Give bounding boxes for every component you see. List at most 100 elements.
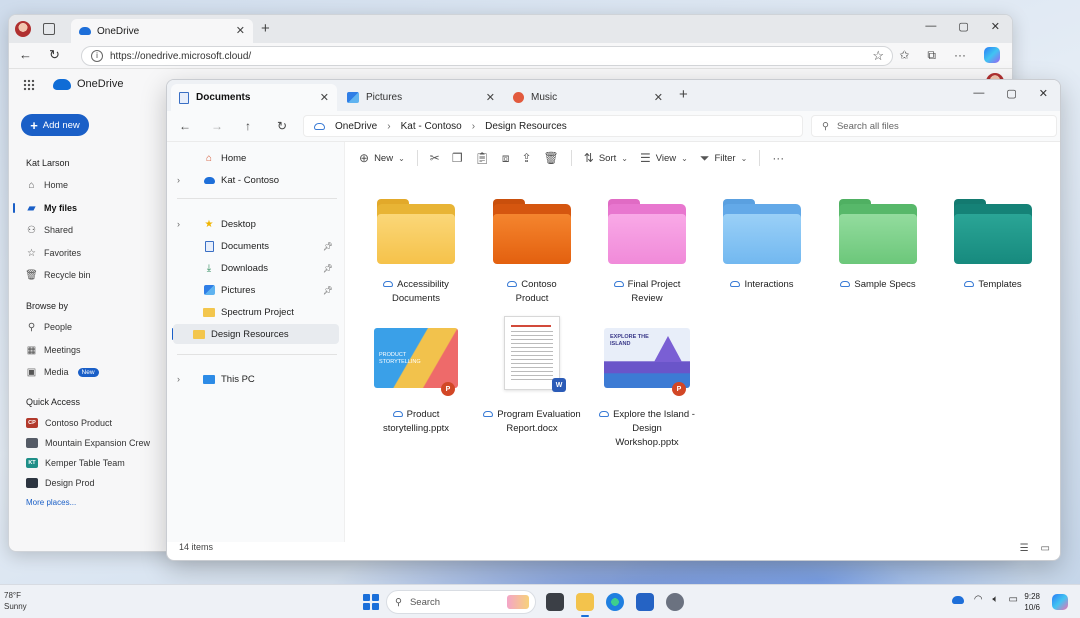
minimize-button[interactable]: — [925,20,936,33]
sidebar-item-spectrum-project[interactable]: Spectrum Project [167,302,339,322]
quick-access-mountain-expansion[interactable]: Mountain Expansion Crew [26,436,150,450]
pin-icon[interactable]: 📌︎ [323,286,333,295]
store-icon[interactable] [636,593,654,611]
favorite-star-icon[interactable]: ☆ [872,48,884,64]
tiles-view-icon[interactable]: ▭ [1041,543,1050,554]
browse-meetings[interactable]: ▦ Meetings [26,343,81,357]
more-places-link[interactable]: More places... [26,498,76,507]
sort-button[interactable]: ⇅ Sort ⌄ [584,151,628,165]
onedrive-tray-icon[interactable] [951,595,964,604]
maximize-button[interactable]: ▢ [1006,87,1016,100]
chevron-right-icon[interactable]: › [177,374,189,384]
quick-access-design-prod[interactable]: Design Prod [26,476,95,490]
sidebar-item-this-pc[interactable]: › This PC [167,369,339,389]
site-info-icon[interactable]: i [91,50,103,62]
profile-avatar[interactable] [15,21,31,37]
chevron-right-icon[interactable]: › [177,175,189,185]
close-window-button[interactable]: ✕ [1039,87,1048,100]
maximize-button[interactable]: ▢ [958,20,968,33]
breadcrumb-onedrive[interactable]: OneDrive [335,121,377,132]
breadcrumb[interactable]: OneDrive › Kat - Contoso › Design Resour… [303,115,803,137]
folder-sample-specs[interactable]: Sample Specs [823,199,933,292]
folder-interactions[interactable]: Interactions [707,199,817,292]
folder-contoso-product[interactable]: Contoso Product [477,199,587,306]
copilot-icon[interactable] [984,47,1000,63]
pin-icon[interactable]: 📌︎ [323,242,333,251]
pin-icon[interactable]: 📌︎ [323,264,333,273]
nav-home[interactable]: ⌂ Home [26,178,68,192]
browser-tab-onedrive[interactable]: OneDrive ✕ [71,19,253,43]
quick-access-contoso-product[interactable]: CP Contoso Product [26,416,112,430]
add-new-button[interactable]: + Add new [21,114,89,136]
onedrive-logo[interactable]: OneDrive [53,78,123,90]
minimize-button[interactable]: — [973,87,984,100]
back-arrow-icon[interactable]: ← [19,47,32,62]
new-tab-button[interactable]: + [679,86,688,103]
browse-people[interactable]: ⚲ People [26,320,72,334]
close-tab-icon[interactable]: ✕ [654,91,663,104]
more-menu-icon[interactable]: ··· [954,48,966,62]
task-view-icon[interactable] [546,593,564,611]
search-input[interactable]: ⚲ Search all files [811,115,1057,137]
more-options-button[interactable]: ··· [772,151,784,165]
filter-button[interactable]: ⏷ Filter ⌄ [700,151,747,166]
wifi-icon[interactable]: ◠ [974,594,983,605]
settings-gear-icon[interactable] [666,593,684,611]
file-product-storytelling[interactable]: PRODUCT STORYTELLING P Product storytelli… [361,328,471,436]
view-button[interactable]: ☰ View ⌄ [640,151,688,165]
rename-button[interactable]: ⧈ [502,151,510,166]
sidebar-item-downloads[interactable]: ⤓ Downloads 📌︎ [167,258,339,278]
close-window-button[interactable]: ✕ [991,20,1000,33]
share-button[interactable]: ⇪ [521,151,531,165]
chevron-right-icon[interactable]: › [177,219,189,229]
nav-favorites[interactable]: ☆ Favorites [26,246,81,260]
cut-button[interactable]: ✂ [430,151,440,165]
nav-shared[interactable]: ⚇ Shared [26,223,73,237]
copy-button[interactable]: ❐ [452,151,463,165]
browse-media[interactable]: ▣ Media New [26,365,99,379]
weather-widget[interactable]: 78°F Sunny [4,590,27,612]
clock[interactable]: 9:28 10/6 [1024,591,1040,613]
nav-my-files[interactable]: ▰ My files [26,201,77,215]
copilot-icon[interactable] [1052,594,1068,610]
volume-icon[interactable]: 🔈︎ [993,594,999,605]
details-view-icon[interactable]: ☰ [1020,543,1029,554]
file-explore-the-island[interactable]: EXPLORE THE ISLAND P Explore the Island … [592,328,702,450]
sidebar-item-home[interactable]: ⌂ Home [167,148,339,168]
back-arrow-icon[interactable]: ← [179,119,191,133]
sidebar-item-documents[interactable]: Documents 📌︎ [167,236,339,256]
sidebar-item-kat-contoso[interactable]: › Kat - Contoso [167,170,339,190]
quick-access-kemper-table[interactable]: KT Kemper Table Team [26,456,125,470]
favorites-icon[interactable]: ✩ [899,48,909,62]
close-tab-icon[interactable]: ✕ [320,91,329,104]
folder-accessibility-documents[interactable]: Accessibility Documents [361,199,471,306]
new-button[interactable]: ⊕ New ⌄ [359,151,405,165]
sidebar-item-design-resources[interactable]: Design Resources [173,324,339,344]
refresh-icon[interactable]: ↻ [277,119,287,133]
delete-button[interactable]: 🗑︎ [544,151,559,165]
new-tab-button[interactable]: + [261,20,270,37]
breadcrumb-design-resources[interactable]: Design Resources [485,121,567,132]
paste-button[interactable]: 📋︎ [475,151,490,165]
battery-icon[interactable]: ▭ [1009,594,1018,605]
close-tab-icon[interactable]: ✕ [486,91,495,104]
taskbar-search[interactable]: ⚲ Search [386,590,536,614]
tab-music[interactable]: Music ✕ [505,84,671,111]
sidebar-item-pictures[interactable]: Pictures 📌︎ [167,280,339,300]
breadcrumb-kat-contoso[interactable]: Kat - Contoso [401,121,462,132]
edge-browser-icon[interactable] [606,593,624,611]
tab-documents[interactable]: Documents ✕ [171,84,337,111]
nav-recycle-bin[interactable]: 🗑︎ Recycle bin [25,268,90,282]
collections-icon[interactable]: ⧉ [927,48,936,63]
refresh-icon[interactable]: ↻ [49,47,60,63]
up-arrow-icon[interactable]: ↑ [245,119,251,133]
tab-actions-icon[interactable] [43,23,55,35]
file-program-evaluation-report[interactable]: W Program Evaluation Report.docx [477,316,587,436]
url-field[interactable]: i https://onedrive.microsoft.cloud/ ☆ [81,46,893,66]
forward-arrow-icon[interactable]: → [211,119,223,133]
start-button[interactable] [363,594,379,610]
folder-final-project-review[interactable]: Final Project Review [592,199,702,306]
file-explorer-icon[interactable] [576,593,594,617]
close-tab-icon[interactable]: ✕ [236,24,245,37]
tab-pictures[interactable]: Pictures ✕ [339,84,503,111]
